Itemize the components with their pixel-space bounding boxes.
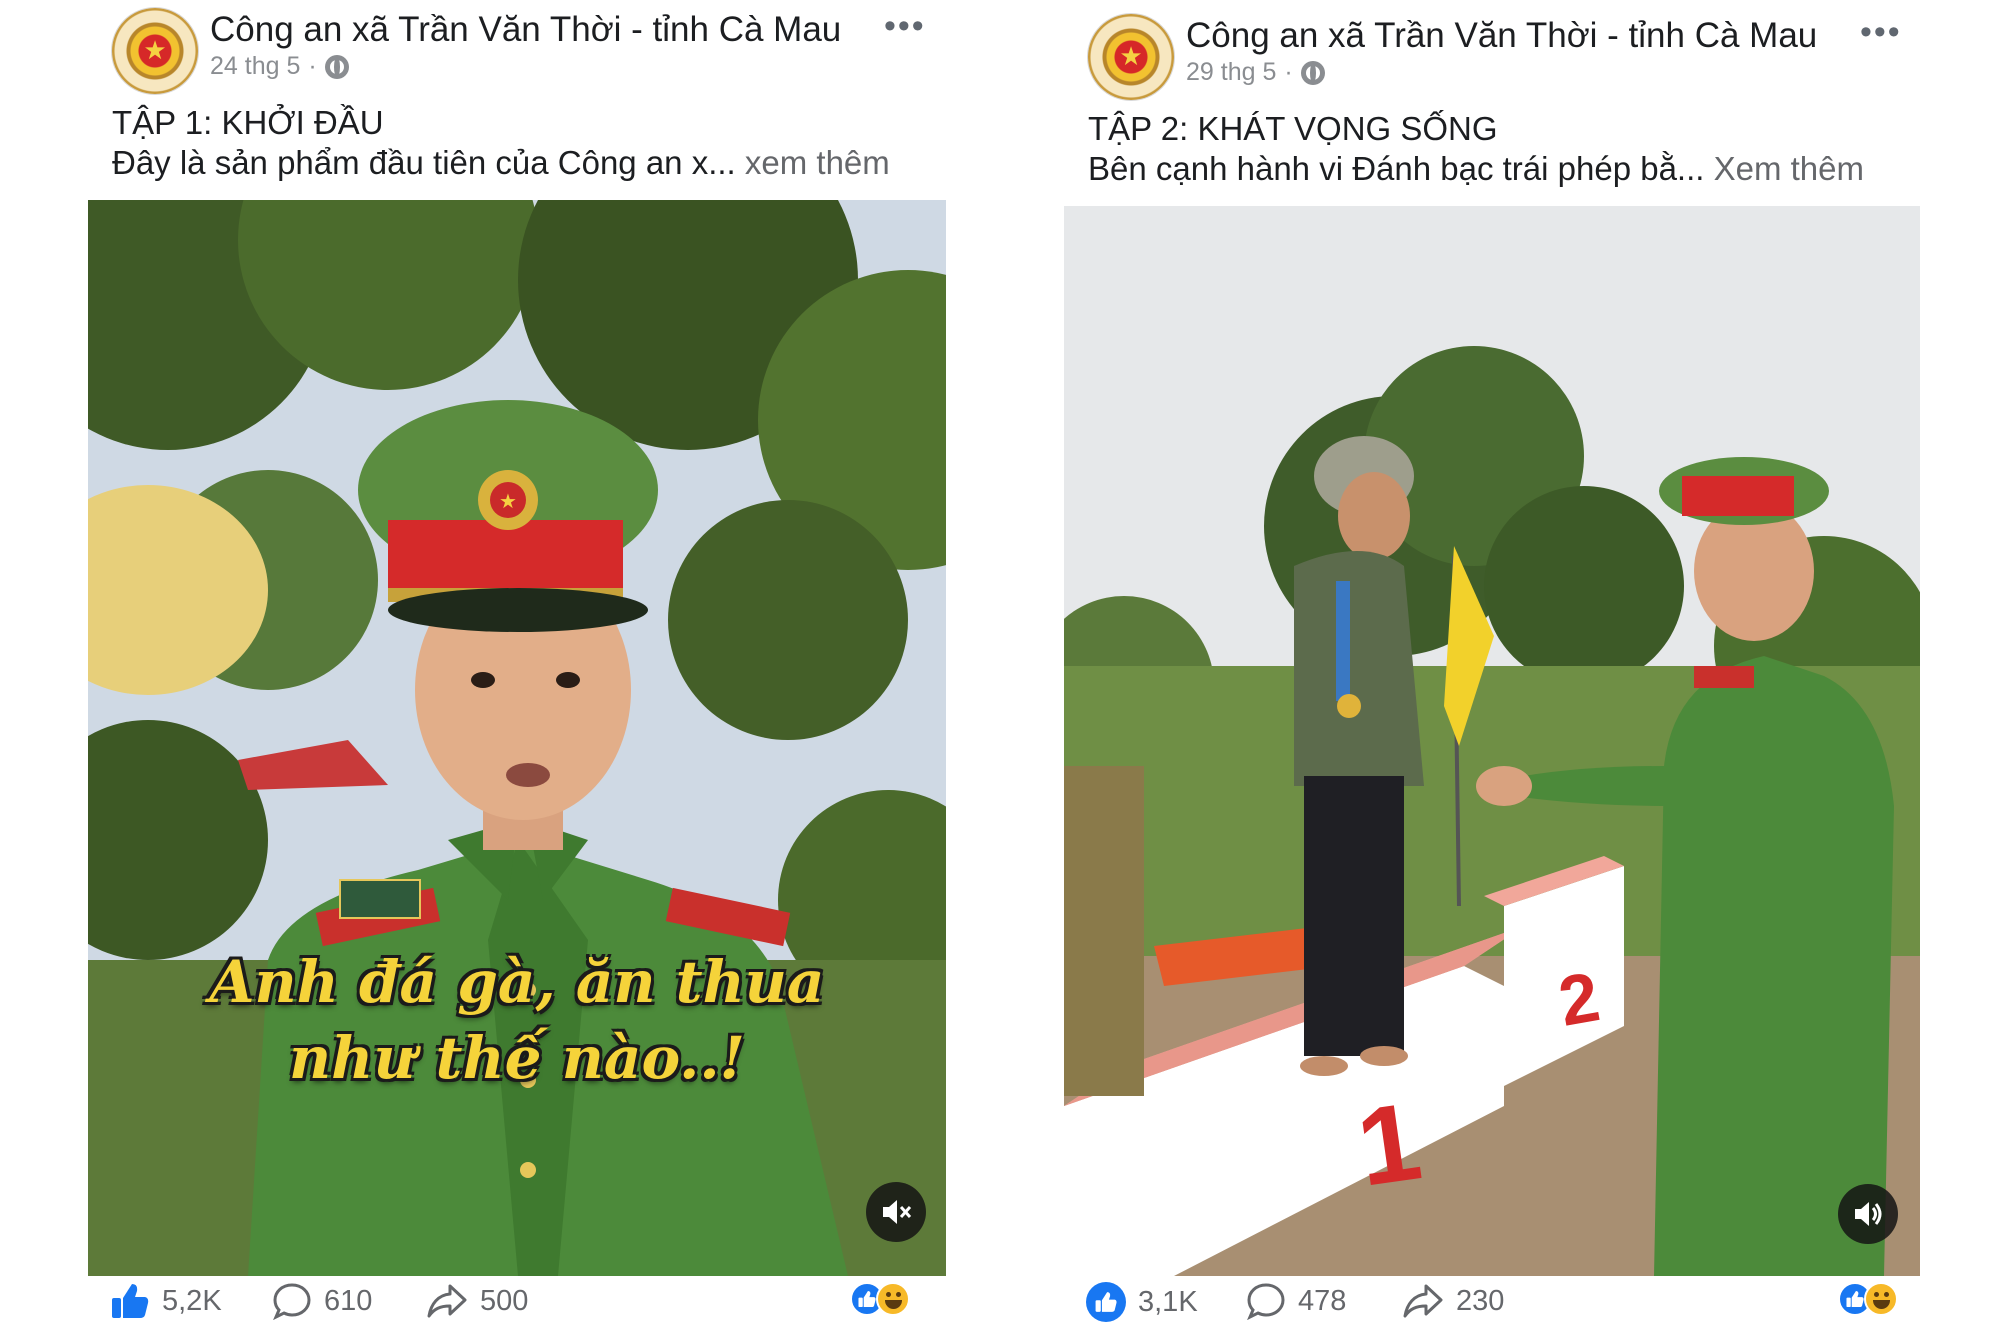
post-meta: 24 thg 5 ·: [210, 52, 349, 81]
reactions-summary[interactable]: [850, 1282, 910, 1316]
globe-icon: [1300, 60, 1325, 85]
video-player[interactable]: ★ Anh đá gà, ăn thua như thế nào..!: [88, 200, 946, 1276]
comment-icon: [1247, 1283, 1285, 1320]
haha-reaction-icon: [1864, 1282, 1898, 1316]
post-meta: 29 thg 5 ·: [1186, 58, 1325, 87]
svg-text:★: ★: [499, 489, 517, 513]
page-name-link[interactable]: Công an xã Trần Văn Thời - tỉnh Cà Mau: [210, 10, 841, 50]
page-avatar[interactable]: ★: [1088, 14, 1174, 100]
share-icon: [1403, 1284, 1443, 1318]
share-stat[interactable]: 500: [426, 1282, 528, 1320]
post-description-text: Đây là sản phẩm đầu tiên của Công an x..…: [112, 144, 736, 181]
post-date[interactable]: 24 thg 5: [210, 52, 300, 81]
post-title: TẬP 2: KHÁT VỌNG SỐNG: [1088, 110, 1498, 147]
video-caption-line-2: như thế nào..!: [288, 1024, 745, 1092]
police-star-icon: ★: [1119, 42, 1143, 72]
comment-stat[interactable]: 610: [272, 1282, 372, 1320]
globe-icon: [324, 54, 349, 79]
like-count: 5,2K: [162, 1284, 222, 1317]
like-stat[interactable]: 3,1K: [1086, 1282, 1198, 1322]
post-description-text: Bên cạnh hành vi Đánh bạc trái phép bằ..…: [1088, 150, 1705, 187]
reactions-summary[interactable]: [1838, 1282, 1898, 1316]
meta-separator: ·: [1284, 58, 1293, 86]
speaker-icon: [1855, 1202, 1882, 1226]
share-stat[interactable]: 230: [1402, 1282, 1504, 1320]
thumbs-up-icon: [112, 1284, 149, 1318]
video-caption: Anh đá gà, ăn thua như thế nào..!: [88, 944, 946, 1096]
page-name-link[interactable]: Công an xã Trần Văn Thời - tỉnh Cà Mau: [1186, 16, 1817, 56]
share-count: 230: [1456, 1284, 1505, 1317]
like-stat[interactable]: 5,2K: [110, 1282, 222, 1320]
comment-count: 478: [1298, 1284, 1347, 1317]
page-avatar[interactable]: ★: [112, 8, 198, 94]
post-card-episode-1: ★ Công an xã Trần Văn Thời - tỉnh Cà Mau…: [0, 0, 960, 1334]
video-player[interactable]: 1 2: [1064, 206, 1920, 1276]
more-options-icon[interactable]: •••: [1860, 15, 1902, 49]
video-caption-line-1: Anh đá gà, ăn thua: [209, 948, 825, 1016]
post-description: Bên cạnh hành vi Đánh bạc trái phép bằ..…: [1088, 150, 1864, 188]
video-frame: ★: [88, 200, 946, 1276]
haha-reaction-icon: [876, 1282, 910, 1316]
muted-speaker-icon: [883, 1200, 912, 1224]
comment-icon: [273, 1283, 311, 1320]
post-card-episode-2: ★ Công an xã Trần Văn Thời - tỉnh Cà Mau…: [1000, 0, 2000, 1334]
meta-separator: ·: [308, 52, 317, 80]
post-title: TẬP 1: KHỞI ĐẦU: [112, 104, 384, 141]
more-options-icon[interactable]: •••: [884, 9, 926, 43]
sound-toggle-button[interactable]: [1838, 1184, 1898, 1244]
video-frame: 1 2: [1064, 206, 1920, 1276]
share-icon: [427, 1284, 467, 1318]
see-more-link[interactable]: Xem thêm: [1714, 150, 1864, 187]
comment-stat[interactable]: 478: [1246, 1282, 1346, 1320]
like-count: 3,1K: [1138, 1285, 1198, 1318]
mute-toggle-button[interactable]: [866, 1182, 926, 1242]
comment-count: 610: [324, 1284, 373, 1317]
police-star-icon: ★: [143, 36, 167, 66]
like-icon: [1086, 1282, 1126, 1322]
post-date[interactable]: 29 thg 5: [1186, 58, 1276, 87]
see-more-link[interactable]: xem thêm: [745, 144, 890, 181]
post-description: Đây là sản phẩm đầu tiên của Công an x..…: [112, 144, 890, 182]
share-count: 500: [480, 1284, 529, 1317]
